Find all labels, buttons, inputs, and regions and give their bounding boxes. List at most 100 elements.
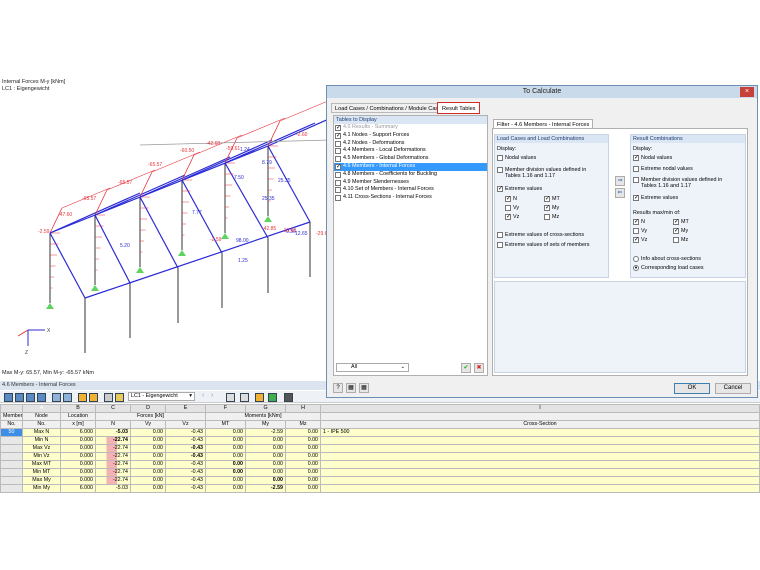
cell-my[interactable]: 0.00 (245, 460, 286, 469)
cell-mt[interactable]: 0.00 (205, 484, 246, 493)
cell-mz[interactable]: 0.00 (285, 428, 321, 437)
cell-x[interactable]: 0.000 (60, 452, 96, 461)
cell-vy[interactable]: 0.00 (130, 484, 166, 493)
cell-node[interactable]: Min My (22, 484, 61, 493)
excel-icon[interactable] (268, 392, 277, 402)
table-row[interactable]: Max Vz 0.000 -22.74 0.00 -0.43 0.00 0.00 0.00 (0, 444, 760, 453)
checkbox-checked[interactable]: ✓ (497, 186, 503, 192)
cell-x[interactable]: 0.000 (60, 468, 96, 477)
table-filter-select[interactable]: All ⌄ (336, 363, 409, 372)
cell-x[interactable]: 0.000 (60, 460, 96, 469)
lc-vy[interactable]: Vy (505, 205, 519, 211)
table-item[interactable]: 4.8 Members - Coefficients for Buckling (334, 171, 487, 179)
cell-vz[interactable]: -0.43 (165, 428, 206, 437)
toolbar-icon[interactable] (115, 392, 124, 402)
member-no-cell[interactable] (0, 476, 23, 485)
cell-vz[interactable]: -0.43 (165, 452, 206, 461)
column-letter[interactable]: B (60, 404, 96, 413)
cell-mt[interactable]: 0.00 (205, 436, 246, 445)
uncheck-all-icon[interactable]: ✖ (474, 363, 484, 373)
help-icon[interactable]: ? (333, 383, 343, 393)
rc-member-division[interactable]: Member division values defined in Tables … (633, 177, 722, 189)
checkbox[interactable] (335, 156, 341, 163)
cell-n[interactable]: -22.74 (95, 444, 131, 453)
cell-node[interactable]: Max N (22, 428, 61, 437)
member-no-cell[interactable] (0, 468, 23, 477)
cell-my[interactable]: -2.59 (245, 484, 286, 493)
checkbox[interactable] (497, 155, 503, 161)
table-row[interactable]: Min My 6.000 -5.03 0.00 -0.43 0.00 -2.59 0.00 (0, 484, 760, 493)
cell-vy[interactable]: 0.00 (130, 444, 166, 453)
cell-n[interactable]: -22.74 (95, 476, 131, 485)
copy-right-icon[interactable]: ⇒ (615, 176, 625, 186)
cell-x[interactable]: 6.000 (60, 484, 96, 493)
ok-button[interactable]: OK (674, 383, 710, 394)
member-no-cell[interactable]: 50 (0, 428, 23, 437)
table-row[interactable]: 50 Max N 6.000 -5.03 0.00 -0.43 0.00 -2.59 0.00 1… (0, 428, 760, 437)
checkbox[interactable] (335, 171, 341, 178)
cell-my[interactable]: 0.00 (245, 452, 286, 461)
table-row[interactable]: Max My 0.000 -22.74 0.00 -0.43 0.00 0.00 0.00 (0, 476, 760, 485)
cell-mz[interactable]: 0.00 (285, 452, 321, 461)
cell-my[interactable]: 0.00 (245, 444, 286, 453)
toolbar-icon[interactable] (4, 392, 13, 402)
tab-result-tables[interactable]: Result Tables (436, 102, 481, 114)
cell-mz[interactable]: 0.00 (285, 484, 321, 493)
column-letter[interactable]: I (320, 404, 760, 413)
cell-mt[interactable]: 0.00 (205, 444, 246, 453)
toolbar-icon[interactable] (240, 392, 249, 402)
cell-n[interactable]: -5.03 (95, 484, 131, 493)
member-no-cell[interactable] (0, 460, 23, 469)
cell-n[interactable]: -22.74 (95, 468, 131, 477)
table-settings-icon[interactable]: ▦ (346, 383, 356, 393)
cell-mz[interactable]: 0.00 (285, 468, 321, 477)
checkbox[interactable] (335, 148, 341, 155)
cell-cross-section[interactable] (320, 452, 760, 461)
table-item[interactable]: ✓ 4.6 Members - Internal Forces (334, 162, 487, 171)
table-row[interactable]: Min MT 0.000 -22.74 0.00 -0.43 0.00 0.00 0.00 (0, 468, 760, 477)
cell-vz[interactable]: -0.43 (165, 436, 206, 445)
next-icon[interactable]: › (211, 392, 213, 399)
cell-x[interactable]: 0.000 (60, 444, 96, 453)
cell-node[interactable]: Min N (22, 436, 61, 445)
cell-mz[interactable]: 0.00 (285, 436, 321, 445)
cell-x[interactable]: 6.000 (60, 428, 96, 437)
toolbar-icon[interactable] (15, 392, 24, 402)
toolbar-icon[interactable] (226, 392, 235, 402)
cell-mt[interactable]: 0.00 (205, 428, 246, 437)
prev-icon[interactable]: ‹ (202, 392, 204, 399)
lc-extreme-values[interactable]: ✓ Extreme values (497, 186, 542, 192)
column-letter[interactable]: F (205, 404, 246, 413)
cell-x[interactable]: 0.000 (60, 476, 96, 485)
toolbar-icon[interactable] (52, 392, 61, 402)
column-letter[interactable]: A (22, 404, 61, 413)
table-row[interactable]: Min N 0.000 -22.74 0.00 -0.43 0.00 0.00 0.00 (0, 436, 760, 445)
cell-node[interactable]: Min Vz (22, 452, 61, 461)
lc-extreme-sets[interactable]: Extreme values of sets of members (497, 242, 589, 248)
member-no-cell[interactable] (0, 452, 23, 461)
cell-n[interactable]: -22.74 (95, 452, 131, 461)
lc-n[interactable]: ✓ N (505, 196, 517, 202)
member-no-cell[interactable] (0, 484, 23, 493)
member-no-cell[interactable] (0, 436, 23, 445)
cell-mz[interactable]: 0.00 (285, 476, 321, 485)
cell-vz[interactable]: -0.43 (165, 468, 206, 477)
lc-nodal-values[interactable]: Nodal values (497, 155, 536, 161)
cell-node[interactable]: Max Vz (22, 444, 61, 453)
rc-corresponding-load-cases[interactable]: • Corresponding load cases (633, 265, 704, 272)
lc-mt[interactable]: ✓ MT (544, 196, 560, 202)
cell-node[interactable]: Max MT (22, 460, 61, 469)
rc-my[interactable]: ✓ My (673, 228, 688, 234)
cancel-button[interactable]: Cancel (715, 383, 751, 394)
lc-member-division[interactable]: Member division values defined in Tables … (497, 167, 586, 179)
table-item[interactable]: 4.4 Members - Local Deformations (334, 147, 487, 155)
lc-my[interactable]: ✓ My (544, 205, 559, 211)
cell-cross-section[interactable] (320, 460, 760, 469)
cell-n[interactable]: -22.74 (95, 436, 131, 445)
column-letter[interactable]: D (130, 404, 166, 413)
cell-vy[interactable]: 0.00 (130, 428, 166, 437)
cell-cross-section[interactable] (320, 444, 760, 453)
cell-vz[interactable]: -0.43 (165, 476, 206, 485)
cell-mt[interactable]: 0.00 (205, 460, 246, 469)
cell-mt[interactable]: 0.00 (205, 452, 246, 461)
